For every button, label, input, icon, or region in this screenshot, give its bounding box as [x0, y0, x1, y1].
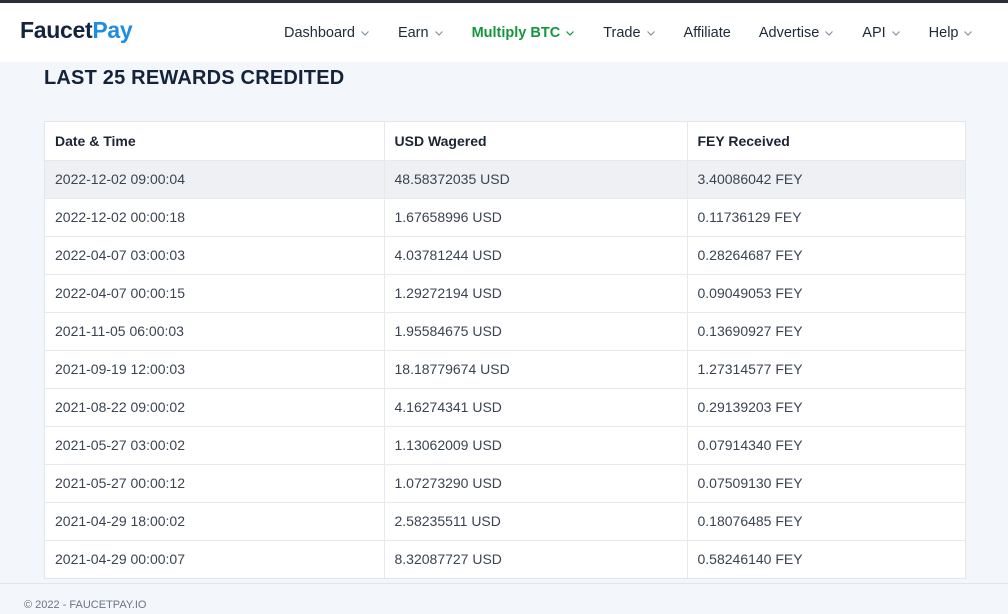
chevron-down-icon	[565, 28, 575, 38]
nav-item-api[interactable]: API	[848, 3, 914, 62]
nav-item-label: Affiliate	[683, 24, 731, 41]
nav-item-label: Trade	[603, 24, 641, 41]
nav-item-trade[interactable]: Trade	[589, 3, 669, 62]
chevron-down-icon	[360, 28, 370, 38]
cell-usd-wagered: 1.95584675 USD	[383, 312, 687, 351]
nav-item-label: Advertise	[758, 24, 820, 41]
chevron-down-icon	[891, 28, 901, 38]
navbar: Faucet Pay Dashboard Earn Multiply BTC Trade…	[0, 3, 1008, 62]
table-row: 2022-12-02 09:00:04 48.58372035 USD 3.4008…	[45, 160, 965, 199]
cell-date-time: 2022-04-07 00:00:15	[45, 274, 384, 313]
footer: © 2022 - FAUCETPAY.IO	[0, 583, 1008, 614]
cell-usd-wagered: 4.16274341 USD	[383, 388, 687, 427]
main-nav: Dashboard Earn Multiply BTC Trade Affiliate A…	[270, 3, 987, 62]
cell-fey-received: 0.18076485 FEY	[686, 502, 965, 541]
cell-usd-wagered: 4.03781244 USD	[383, 236, 687, 275]
table-row: 2021-05-27 00:00:12 1.07273290 USD 0.07509…	[45, 464, 965, 503]
page-title: LAST 25 REWARDS CREDITED	[44, 67, 345, 89]
cell-fey-received: 0.11736129 FEY	[686, 198, 965, 237]
table-row: 2021-05-27 03:00:02 1.13062009 USD 0.07914…	[45, 426, 965, 465]
nav-item-affiliate[interactable]: Affiliate	[670, 3, 745, 62]
nav-item-label: API	[862, 24, 886, 41]
copyright-text: © 2022 - FAUCETPAY.IO	[24, 599, 147, 611]
cell-fey-received: 0.07509130 FEY	[686, 464, 965, 503]
cell-date-time: 2021-05-27 03:00:02	[45, 426, 384, 465]
header-usd-wagered: USD Wagered	[383, 122, 687, 161]
cell-usd-wagered: 48.58372035 USD	[383, 160, 687, 199]
cell-usd-wagered: 1.67658996 USD	[383, 198, 687, 237]
cell-date-time: 2021-09-19 12:00:03	[45, 350, 384, 389]
table-row: 2022-04-07 00:00:15 1.29272194 USD 0.09049…	[45, 274, 965, 313]
cell-date-time: 2021-11-05 06:00:03	[45, 312, 384, 351]
header-date-time: Date & Time	[45, 122, 384, 161]
table-row: 2021-04-29 00:00:07 8.32087727 USD 0.58246…	[45, 540, 965, 578]
nav-item-help[interactable]: Help	[915, 3, 988, 62]
nav-item-label: Dashboard	[284, 24, 355, 41]
nav-item-dashboard[interactable]: Dashboard	[270, 3, 384, 62]
chevron-down-icon	[824, 28, 834, 38]
table-row: 2021-08-22 09:00:02 4.16274341 USD 0.29139…	[45, 388, 965, 427]
cell-fey-received: 0.29139203 FEY	[686, 388, 965, 427]
cell-fey-received: 1.27314577 FEY	[686, 350, 965, 389]
rewards-table: Date & Time USD Wagered FEY Received 202…	[45, 122, 965, 578]
logo-text-pay: Pay	[92, 17, 133, 43]
nav-item-advertise[interactable]: Advertise	[745, 3, 848, 62]
cell-usd-wagered: 1.29272194 USD	[383, 274, 687, 313]
nav-item-multiply-btc[interactable]: Multiply BTC	[458, 3, 590, 62]
nav-item-label: Help	[928, 24, 959, 41]
cell-date-time: 2022-04-07 03:00:03	[45, 236, 384, 275]
cell-fey-received: 0.09049053 FEY	[686, 274, 965, 313]
cell-usd-wagered: 2.58235511 USD	[383, 502, 687, 541]
table-row: 2021-04-29 18:00:02 2.58235511 USD 0.18076…	[45, 502, 965, 541]
table-row: 2021-11-05 06:00:03 1.95584675 USD 0.13690…	[45, 312, 965, 351]
logo-text-faucet: Faucet	[20, 17, 93, 43]
cell-fey-received: 0.58246140 FEY	[686, 540, 965, 578]
cell-fey-received: 0.13690927 FEY	[686, 312, 965, 351]
chevron-down-icon	[434, 28, 444, 38]
cell-usd-wagered: 18.18779674 USD	[383, 350, 687, 389]
cell-usd-wagered: 1.07273290 USD	[383, 464, 687, 503]
faucetpay-logo[interactable]: Faucet Pay	[20, 17, 133, 44]
header-fey-received: FEY Received	[686, 122, 965, 161]
table-row: 2021-09-19 12:00:03 18.18779674 USD 1.2731…	[45, 350, 965, 389]
table-row: 2022-12-02 00:00:18 1.67658996 USD 0.11736…	[45, 198, 965, 237]
cell-date-time: 2021-04-29 00:00:07	[45, 540, 384, 578]
cell-fey-received: 0.28264687 FEY	[686, 236, 965, 275]
chevron-down-icon	[963, 28, 973, 38]
cell-date-time: 2021-04-29 18:00:02	[45, 502, 384, 541]
nav-item-label: Multiply BTC	[471, 24, 561, 41]
cell-fey-received: 3.40086042 FEY	[686, 160, 965, 199]
table-header-row: Date & Time USD Wagered FEY Received	[45, 122, 965, 161]
cell-fey-received: 0.07914340 FEY	[686, 426, 965, 465]
chevron-down-icon	[646, 28, 656, 38]
rewards-table-container: Date & Time USD Wagered FEY Received 202…	[44, 121, 966, 579]
cell-usd-wagered: 1.13062009 USD	[383, 426, 687, 465]
cell-date-time: 2021-05-27 00:00:12	[45, 464, 384, 503]
cell-usd-wagered: 8.32087727 USD	[383, 540, 687, 578]
table-row: 2022-04-07 03:00:03 4.03781244 USD 0.28264…	[45, 236, 965, 275]
cell-date-time: 2022-12-02 09:00:04	[45, 160, 384, 199]
nav-item-label: Earn	[397, 24, 429, 41]
nav-item-earn[interactable]: Earn	[384, 3, 458, 62]
cell-date-time: 2021-08-22 09:00:02	[45, 388, 384, 427]
cell-date-time: 2022-12-02 00:00:18	[45, 198, 384, 237]
